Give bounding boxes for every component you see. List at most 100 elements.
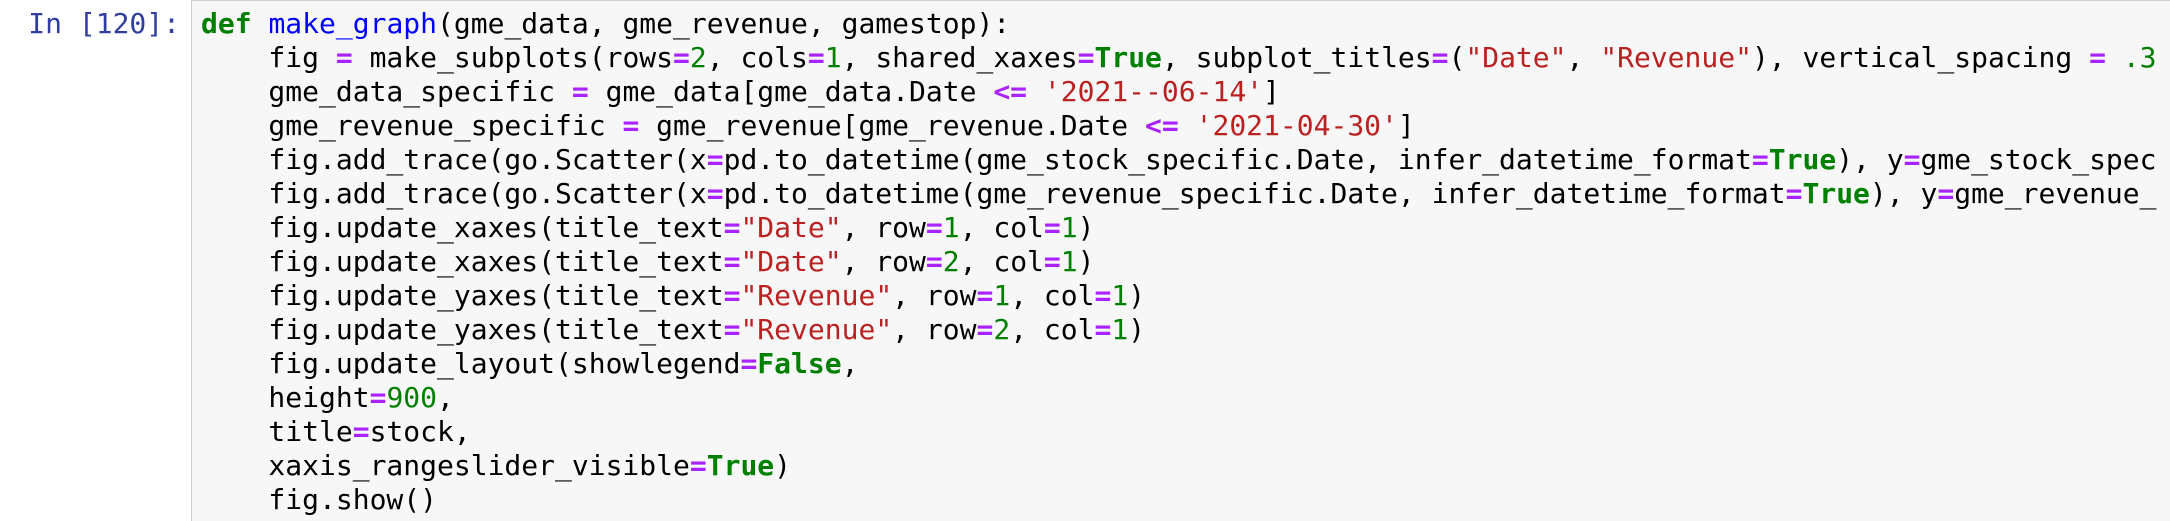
code-token: = bbox=[723, 211, 741, 244]
code-token: title bbox=[201, 415, 353, 448]
code-token: = bbox=[369, 381, 387, 414]
code-token: gme_revenue_specific bbox=[201, 109, 623, 142]
code-token: fig bbox=[201, 41, 336, 74]
code-token: = bbox=[2089, 41, 2106, 74]
code-token: True bbox=[706, 449, 775, 482]
code-token: fig.add_trace(go.Scatter(x bbox=[201, 177, 707, 210]
notebook-code-cell[interactable]: In [120]: def make_graph(gme_data, gme_r… bbox=[0, 0, 2170, 521]
code-block: def make_graph(gme_data, gme_revenue, ga… bbox=[201, 7, 2157, 517]
code-token: make_graph bbox=[268, 7, 438, 40]
code-token: = bbox=[807, 41, 825, 74]
code-token: = bbox=[1785, 177, 1803, 210]
code-token: 2 bbox=[993, 313, 1011, 346]
code-token: pd.to_datetime(gme_stock_specific.Date, … bbox=[723, 143, 1752, 176]
code-line: fig.update_xaxes(title_text="Date", row=… bbox=[201, 211, 2157, 245]
code-token: , col bbox=[959, 245, 1044, 278]
code-token: ] bbox=[1397, 109, 1415, 142]
code-token: "Revenue" bbox=[740, 279, 893, 312]
code-token: , row bbox=[892, 279, 977, 312]
code-token: = bbox=[673, 41, 690, 74]
code-token: pd.to_datetime(gme_revenue_specific.Date… bbox=[723, 177, 1786, 210]
code-token: "Date" bbox=[740, 245, 842, 278]
code-token: = bbox=[1043, 245, 1061, 278]
code-token: 2 bbox=[942, 245, 960, 278]
code-token: 1 bbox=[993, 279, 1011, 312]
code-line: fig.show() bbox=[201, 483, 2157, 517]
code-token: , bbox=[437, 381, 454, 414]
code-token: = bbox=[1937, 177, 1955, 210]
code-token: = bbox=[352, 415, 370, 448]
code-token: xaxis_rangeslider_visible bbox=[201, 449, 690, 482]
code-token: , row bbox=[892, 313, 977, 346]
input-prompt: In [120]: bbox=[28, 7, 180, 40]
code-token: fig.update_layout(showlegend bbox=[201, 347, 741, 380]
code-token: = bbox=[1077, 41, 1095, 74]
code-token: "Revenue" bbox=[740, 313, 893, 346]
code-token: '2021-04-30' bbox=[1195, 109, 1398, 142]
code-token: = bbox=[689, 449, 707, 482]
code-token: fig.update_yaxes(title_text bbox=[201, 279, 724, 312]
code-token: gme_revenue_ bbox=[1954, 177, 2157, 210]
code-token: = bbox=[706, 177, 724, 210]
code-token: height bbox=[201, 381, 370, 414]
code-line: height=900, bbox=[201, 381, 2157, 415]
code-token: False bbox=[757, 347, 842, 380]
code-token: = bbox=[706, 143, 724, 176]
code-line: fig.update_xaxes(title_text="Date", row=… bbox=[201, 245, 2157, 279]
code-line: def make_graph(gme_data, gme_revenue, ga… bbox=[201, 7, 2157, 41]
code-token: 1 bbox=[1111, 313, 1129, 346]
code-token: True bbox=[1768, 143, 1837, 176]
code-token: , row bbox=[841, 245, 926, 278]
code-token: ), y bbox=[1836, 143, 1904, 176]
code-line: xaxis_rangeslider_visible=True) bbox=[201, 449, 2157, 483]
code-token: ) bbox=[1077, 245, 1095, 278]
code-token: fig.show() bbox=[201, 483, 438, 516]
code-token: = bbox=[976, 313, 994, 346]
code-token: , bbox=[1566, 41, 1601, 74]
code-token: (gme_data, gme_revenue, gamestop): bbox=[437, 7, 1011, 40]
code-token: = bbox=[723, 313, 741, 346]
code-token: = bbox=[976, 279, 994, 312]
code-token: fig.add_trace(go.Scatter(x bbox=[201, 143, 707, 176]
code-token: True bbox=[1094, 41, 1162, 74]
code-token: = bbox=[1043, 211, 1061, 244]
code-line: fig = make_subplots(rows=2, cols=1, shar… bbox=[201, 41, 2157, 75]
code-token: fig.update_xaxes(title_text bbox=[201, 211, 724, 244]
code-line: gme_revenue_specific = gme_revenue[gme_r… bbox=[201, 109, 2157, 143]
code-token: = bbox=[723, 245, 741, 278]
code-token: gme_revenue[gme_revenue.Date bbox=[639, 109, 1146, 142]
code-token: make_subplots(rows bbox=[352, 41, 674, 74]
code-token: , subplot_titles bbox=[1161, 41, 1432, 74]
code-token: gme_stock_spec bbox=[1920, 143, 2157, 176]
code-token: ) bbox=[1077, 211, 1095, 244]
code-token: <= bbox=[993, 75, 1028, 108]
code-token: "Revenue" bbox=[1600, 41, 1752, 74]
code-token: ( bbox=[1448, 41, 1466, 74]
code-token: '2021--06-14' bbox=[1043, 75, 1264, 108]
code-token: 1 bbox=[1111, 279, 1129, 312]
code-line: gme_data_specific = gme_data[gme_data.Da… bbox=[201, 75, 2157, 109]
code-token: = bbox=[1903, 143, 1921, 176]
code-token: 1 bbox=[942, 211, 960, 244]
code-token: , cols bbox=[706, 41, 808, 74]
code-token: = bbox=[925, 211, 943, 244]
code-line: title=stock, bbox=[201, 415, 2157, 449]
code-token: fig.update_xaxes(title_text bbox=[201, 245, 724, 278]
code-token: ) bbox=[1128, 313, 1146, 346]
code-token: = bbox=[335, 41, 353, 74]
code-editor[interactable]: def make_graph(gme_data, gme_revenue, ga… bbox=[191, 0, 2170, 521]
code-token: .3 bbox=[2122, 41, 2157, 74]
code-line: fig.update_yaxes(title_text="Revenue", r… bbox=[201, 313, 2157, 347]
code-token: "Date" bbox=[740, 211, 842, 244]
code-token: ) bbox=[1128, 279, 1146, 312]
code-token: "Date" bbox=[1465, 41, 1567, 74]
code-token: 1 bbox=[1060, 245, 1078, 278]
code-token: = bbox=[723, 279, 741, 312]
code-token: 900 bbox=[386, 381, 438, 414]
code-token: , row bbox=[841, 211, 926, 244]
code-token: ), y bbox=[1869, 177, 1938, 210]
